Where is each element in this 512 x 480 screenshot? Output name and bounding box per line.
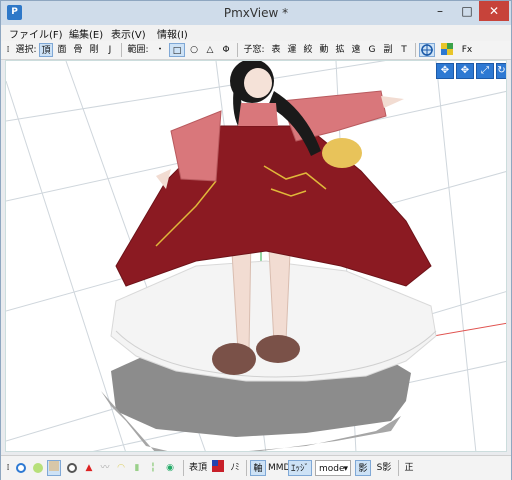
menu-file[interactable]: ファイル(F) bbox=[9, 26, 63, 41]
child-g-button[interactable]: G bbox=[365, 43, 379, 57]
menu-info[interactable]: 情報(I) bbox=[157, 26, 188, 41]
front-button[interactable]: 正 bbox=[402, 460, 416, 476]
statusbar-separator bbox=[183, 460, 184, 476]
green-dot-icon[interactable] bbox=[33, 463, 43, 473]
globe-icon[interactable]: ◉ bbox=[163, 460, 177, 476]
status-bar: ⁞ ▲ 〰 ◠ ▮ ╏ ◉ 表頂 ﾉﾐ 軸 MMD ｴｯｼﾞ mode ▾ 影 … bbox=[1, 455, 511, 480]
radio-icon[interactable] bbox=[16, 463, 26, 473]
mode-value: mode bbox=[319, 464, 345, 474]
target-dot-icon[interactable] bbox=[67, 463, 77, 473]
statusbar-separator bbox=[246, 460, 247, 476]
chevron-down-icon: ▾ bbox=[343, 464, 348, 474]
move-xy-icon[interactable]: ✥ bbox=[456, 63, 474, 79]
mmd-button[interactable]: MMD bbox=[268, 460, 290, 476]
edge-button[interactable]: ｴｯｼﾞ bbox=[288, 460, 312, 476]
select-label: 選択: bbox=[15, 45, 37, 55]
select-joint-button[interactable]: J bbox=[103, 43, 117, 57]
toolbar-grip: ⁞ bbox=[6, 45, 10, 55]
child-transport-button[interactable]: 運 bbox=[285, 43, 299, 57]
color-icon[interactable] bbox=[211, 460, 225, 476]
square-toggle-icon[interactable] bbox=[47, 460, 61, 476]
child-t-button[interactable]: T bbox=[397, 43, 411, 57]
main-window: P PmxView * – □ ✕ ファイル(F) 編集(E) 表示(V) 情報… bbox=[0, 0, 512, 480]
child-far-button[interactable]: 遠 bbox=[349, 43, 363, 57]
surface-button[interactable]: 表頂 bbox=[187, 460, 209, 476]
move-icon[interactable]: ✥ bbox=[436, 63, 454, 79]
child-sub-button[interactable]: 副 bbox=[381, 43, 395, 57]
model-render bbox=[6, 61, 506, 451]
range-point-button[interactable]: ・ bbox=[153, 43, 167, 57]
range-label: 範囲: bbox=[127, 45, 149, 55]
range-phi-button[interactable]: Φ bbox=[219, 43, 233, 57]
range-circle-button[interactable]: ○ bbox=[187, 43, 201, 57]
range-rect-button[interactable]: □ bbox=[169, 43, 185, 57]
statusbar-grip: ⁞ bbox=[6, 463, 10, 473]
axis-button[interactable]: 軸 bbox=[250, 460, 266, 476]
select-vertex-button[interactable]: 頂 bbox=[39, 43, 53, 57]
close-button[interactable]: ✕ bbox=[479, 1, 509, 21]
self-shadow-button[interactable]: S影 bbox=[373, 460, 395, 476]
statusbar-separator bbox=[398, 460, 399, 476]
shadow-button[interactable]: 影 bbox=[355, 460, 371, 476]
line-icon[interactable]: 〰 bbox=[99, 460, 111, 476]
toolbar-separator bbox=[415, 43, 416, 57]
range-triangle-button[interactable]: △ bbox=[203, 43, 217, 57]
menu-edit[interactable]: 編集(E) bbox=[69, 26, 103, 41]
nomi-button[interactable]: ﾉﾐ bbox=[227, 460, 243, 476]
rotate-icon[interactable]: ↻ bbox=[496, 63, 506, 79]
fx-button[interactable]: Fx bbox=[459, 43, 475, 57]
select-rigid-button[interactable]: 剛 bbox=[87, 43, 101, 57]
child-narrow-button[interactable]: 絞 bbox=[301, 43, 315, 57]
menu-view[interactable]: 表示(V) bbox=[111, 26, 146, 41]
child-expand-button[interactable]: 拡 bbox=[333, 43, 347, 57]
child-table-button[interactable]: 表 bbox=[269, 43, 283, 57]
triangle-icon[interactable]: ▲ bbox=[83, 460, 95, 476]
wave-icon[interactable]: ◠ bbox=[115, 460, 127, 476]
child-motion-button[interactable]: 動 bbox=[317, 43, 331, 57]
3d-viewport[interactable]: ✥ ✥ ⤢ ↻ bbox=[5, 60, 507, 452]
child-window-label: 子窓: bbox=[243, 45, 265, 55]
title-bar: P PmxView * – □ ✕ bbox=[1, 1, 511, 25]
grid-color-icon[interactable] bbox=[439, 43, 455, 57]
select-face-button[interactable]: 面 bbox=[55, 43, 69, 57]
target-icon[interactable] bbox=[419, 43, 435, 57]
toolbar-separator bbox=[121, 43, 122, 57]
toolbar-separator bbox=[237, 43, 238, 57]
bar-icon[interactable]: ▮ bbox=[131, 460, 143, 476]
menu-bar: ファイル(F) 編集(E) 表示(V) 情報(I) bbox=[1, 25, 511, 41]
minimize-button[interactable]: – bbox=[426, 1, 454, 21]
mode-dropdown[interactable]: mode ▾ bbox=[315, 460, 351, 476]
vertical-icon[interactable]: ╏ bbox=[147, 460, 159, 476]
toolbar: ⁞ 選択: 頂 面 骨 剛 J 範囲: ・ □ ○ △ Φ 子窓: 表 運 絞 … bbox=[1, 41, 511, 60]
maximize-button[interactable]: □ bbox=[453, 1, 481, 21]
move-z-icon[interactable]: ⤢ bbox=[476, 63, 494, 79]
select-bone-button[interactable]: 骨 bbox=[71, 43, 85, 57]
